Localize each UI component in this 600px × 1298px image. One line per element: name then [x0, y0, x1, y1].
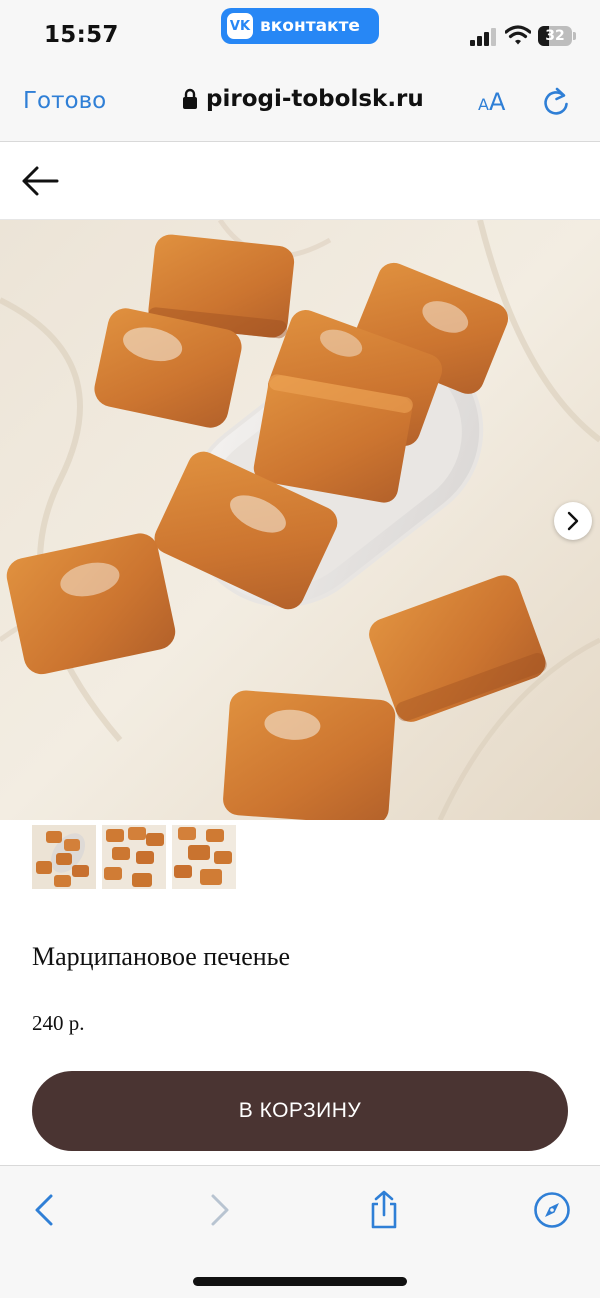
chevron-right-icon	[567, 511, 579, 531]
arrow-left-icon[interactable]	[20, 164, 60, 198]
vk-logo-icon: VK	[227, 13, 253, 39]
cellular-signal-icon	[470, 28, 498, 46]
thumbnail-1[interactable]	[32, 825, 96, 889]
wifi-icon	[505, 25, 531, 45]
compass-icon[interactable]	[532, 1190, 572, 1230]
reload-icon[interactable]	[541, 86, 571, 118]
lock-icon	[183, 88, 197, 109]
url-text: pirogi-tobolsk.ru	[206, 86, 424, 112]
browser-toolbar	[0, 1165, 600, 1298]
thumbnail-2[interactable]	[102, 825, 166, 889]
back-to-app-pill[interactable]: VK вконтакте	[221, 8, 379, 44]
next-image-button[interactable]	[554, 502, 592, 540]
cookies-photo	[0, 220, 600, 820]
add-to-cart-button[interactable]: В КОРЗИНУ	[32, 1071, 568, 1151]
done-button[interactable]: Готово	[23, 88, 106, 114]
product-title: Марципановое печенье	[32, 942, 291, 971]
product-price: 240 р.	[32, 1011, 85, 1035]
chevron-left-icon[interactable]	[26, 1190, 66, 1230]
status-time: 15:57	[44, 22, 119, 48]
product-image[interactable]	[0, 220, 600, 820]
status-bar: 15:57 VK вконтакте 32	[0, 0, 600, 70]
url-field[interactable]: pirogi-tobolsk.ru	[182, 86, 424, 112]
battery-indicator: 32	[538, 26, 576, 46]
back-to-app-label: вконтакте	[260, 16, 360, 36]
share-icon[interactable]	[364, 1190, 404, 1230]
chevron-right-icon[interactable]	[198, 1190, 238, 1230]
browser-address-bar: Готово pirogi-tobolsk.ru AA	[0, 70, 600, 142]
thumbnail-3[interactable]	[172, 825, 236, 889]
page-header	[0, 142, 600, 220]
home-indicator	[193, 1277, 407, 1286]
battery-level: 32	[545, 28, 565, 44]
text-size-button[interactable]: AA	[478, 88, 505, 116]
